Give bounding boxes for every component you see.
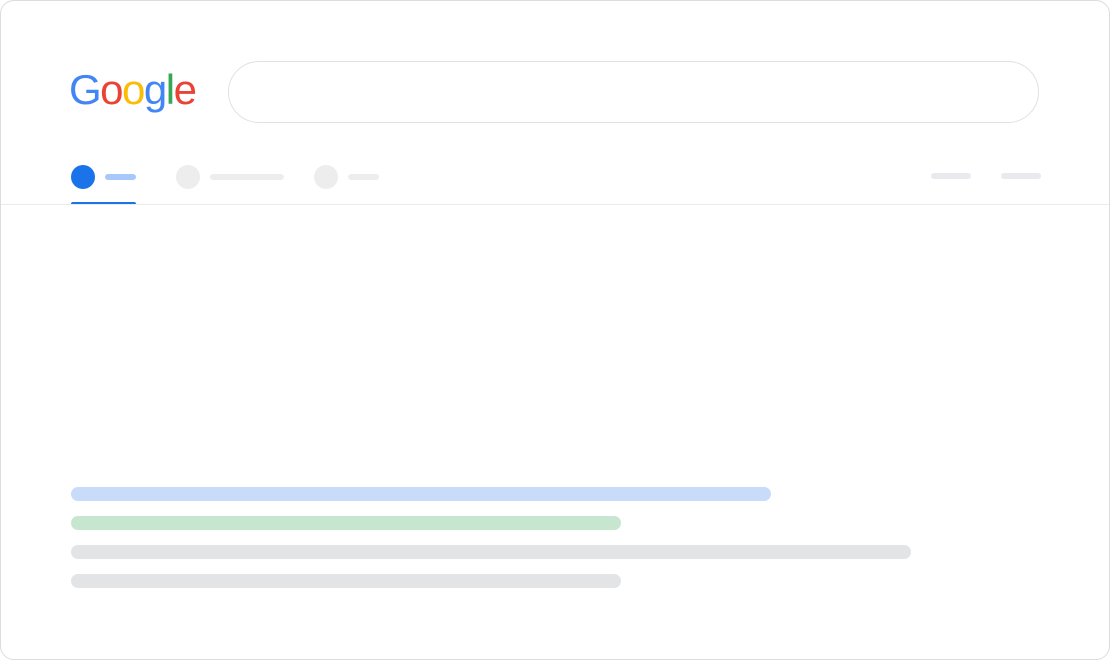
tab-second[interactable] (176, 165, 284, 205)
settings-button[interactable] (1001, 173, 1041, 179)
tabs-divider (1, 204, 1109, 205)
result-title-placeholder[interactable] (71, 487, 771, 501)
tab-all-icon (71, 165, 95, 189)
tab-all[interactable] (71, 165, 136, 205)
result-snippet-line (71, 574, 621, 588)
tab-all-label-placeholder (105, 174, 136, 180)
logo-letter: G (69, 66, 102, 113)
tab-second-label-placeholder (210, 174, 284, 180)
logo-letter: g (143, 66, 167, 113)
google-logo[interactable]: Google (69, 63, 197, 117)
tab-third[interactable] (314, 165, 379, 205)
logo-letter: e (173, 66, 197, 113)
logo-letter: l (165, 66, 175, 113)
result-url-placeholder (71, 516, 621, 530)
logo-letter: o (122, 66, 145, 113)
result-snippet-line (71, 545, 911, 559)
tab-second-icon (176, 165, 200, 189)
browser-frame: Google (0, 0, 1110, 660)
logo-letter: o (100, 66, 123, 113)
search-input[interactable] (228, 61, 1039, 123)
tab-third-label-placeholder (348, 174, 379, 180)
tools-button[interactable] (931, 173, 971, 179)
tab-third-icon (314, 165, 338, 189)
